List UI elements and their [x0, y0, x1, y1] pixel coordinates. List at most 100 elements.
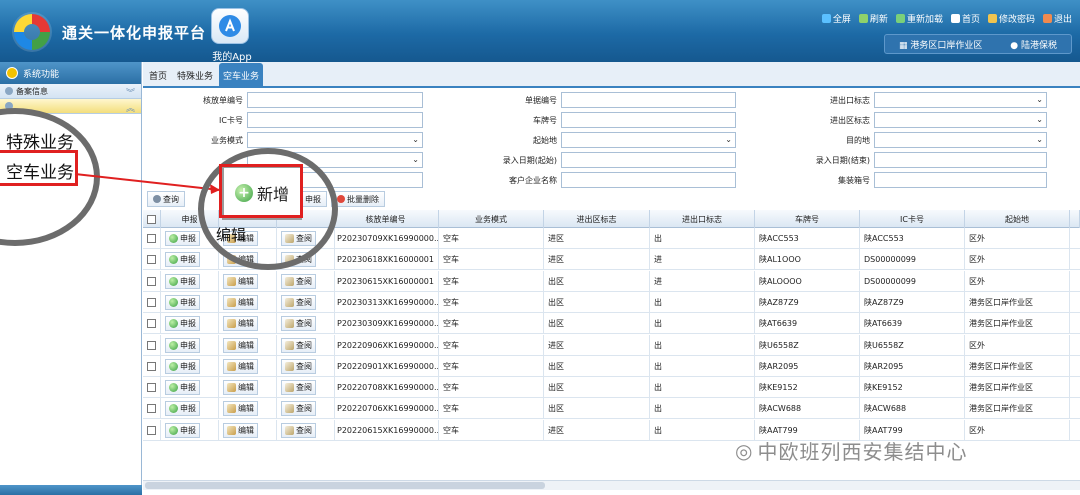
action-cell: 查阅: [277, 313, 335, 335]
table-cell: DS00000099: [860, 249, 965, 271]
doc-no-input[interactable]: [247, 92, 423, 108]
edit-icon: [227, 404, 236, 414]
batch-delete-button[interactable]: 批量删除: [331, 191, 385, 207]
my-app-tile[interactable]: 我的App: [206, 6, 258, 63]
row-checkbox[interactable]: [143, 398, 161, 420]
table-row[interactable]: 申报 编辑 查阅 P20220906XK16990000... 空车 进区出陕U6558Z…: [143, 334, 1080, 356]
row-checkbox[interactable]: [143, 228, 161, 249]
reload-link[interactable]: 重新加载: [895, 12, 943, 25]
table-cell: 进区: [544, 334, 650, 356]
declare-row-button[interactable]: 申报: [165, 337, 200, 353]
row-checkbox[interactable]: [143, 270, 161, 292]
sidebar-group-filing[interactable]: 备案信息 ︾: [0, 84, 141, 99]
table-row[interactable]: 申报 编辑 查阅 P20230615XK16000001 空车 出区进陕ALOOOO DS0…: [143, 270, 1080, 292]
table-cell: 空车: [439, 228, 544, 249]
entry-date-end-input[interactable]: [874, 152, 1047, 168]
row-checkbox[interactable]: [143, 313, 161, 335]
declare-row-button[interactable]: 申报: [165, 422, 200, 438]
declare-row-button[interactable]: 申报: [165, 316, 200, 332]
row-checkbox[interactable]: [143, 377, 161, 399]
declare-row-button[interactable]: 申报: [165, 358, 200, 374]
chevron-down-icon: ⌄: [412, 155, 419, 164]
table-row[interactable]: 申报 编辑 查阅 P20220706XK16990000... 空车 出区出陕ACW688…: [143, 398, 1080, 420]
table-cell: 出区: [544, 291, 650, 313]
action-cell: 编辑: [219, 270, 277, 292]
tab-home[interactable]: 首页: [145, 63, 171, 86]
table-cell: 出区: [544, 398, 650, 420]
table-row[interactable]: 申报 编辑 查阅 P20220708XK16990000... 空车 出区出陕KE9152…: [143, 377, 1080, 399]
declare-row-button[interactable]: 申报: [165, 273, 200, 289]
edit-row-button[interactable]: 编辑: [223, 401, 258, 417]
action-cell: 查阅: [277, 270, 335, 292]
plate-no-input[interactable]: [561, 112, 736, 128]
table-cell: 陕ACC553: [755, 228, 860, 249]
home-link[interactable]: 首页: [950, 12, 980, 25]
declare-row-button[interactable]: 申报: [165, 231, 200, 246]
org-name[interactable]: ▦ 港务区口岸作业区: [899, 38, 982, 51]
action-cell: 申报: [161, 334, 219, 356]
action-cell: 申报: [161, 398, 219, 420]
customer-name-input[interactable]: [561, 172, 736, 188]
select-all-checkbox[interactable]: [143, 210, 161, 228]
table-cell: P20220615XK16990000...: [333, 419, 439, 441]
container-no-input[interactable]: [874, 172, 1047, 188]
scrollbar-thumb[interactable]: [145, 482, 545, 489]
row-checkbox[interactable]: [143, 419, 161, 441]
entry-date-start-input[interactable]: [561, 152, 736, 168]
change-password-link[interactable]: 修改密码: [987, 12, 1035, 25]
edit-row-button[interactable]: 编辑: [223, 380, 258, 396]
declare-row-button[interactable]: 申报: [165, 380, 200, 396]
row-checkbox[interactable]: [143, 355, 161, 377]
menu-toggle-icon[interactable]: [6, 67, 18, 79]
view-row-button[interactable]: 查阅: [281, 294, 316, 310]
field-label: 核放单编号: [203, 96, 243, 105]
edit-row-button[interactable]: 编辑: [223, 294, 258, 310]
tab-special-business[interactable]: 特殊业务: [173, 63, 217, 86]
table-cell: 陕AT6639: [755, 313, 860, 335]
row-checkbox[interactable]: [143, 334, 161, 356]
table-cell: 陕AZ87Z9: [755, 291, 860, 313]
table-cell: 陕KE9152: [755, 377, 860, 399]
table-cell: 陕ACW688: [755, 398, 860, 420]
declare-row-button[interactable]: 申报: [165, 401, 200, 417]
column-header: 核放单编号: [333, 210, 439, 228]
business-mode-select[interactable]: ⌄: [247, 132, 423, 148]
table-row[interactable]: 申报 编辑 查阅 P20220901XK16990000... 空车 出区出陕AR2095…: [143, 355, 1080, 377]
view-row-button[interactable]: 查阅: [281, 401, 316, 417]
ie-flag-select[interactable]: ⌄: [874, 92, 1047, 108]
action-cell: 申报: [161, 419, 219, 441]
row-checkbox[interactable]: [143, 291, 161, 313]
logout-link[interactable]: 退出: [1042, 12, 1072, 25]
declare-icon: [169, 361, 178, 371]
top-link-bar: 全屏 刷新 重新加载 首页 修改密码 退出: [821, 12, 1072, 25]
tab-empty-vehicle[interactable]: 空车业务: [219, 63, 264, 86]
view-row-button[interactable]: 查阅: [281, 358, 316, 374]
fullscreen-link[interactable]: 全屏: [821, 12, 851, 25]
user-name[interactable]: ● 陆港保税: [1010, 38, 1057, 51]
declare-row-button[interactable]: 申报: [165, 294, 200, 310]
ic-card-input[interactable]: [247, 112, 423, 128]
edit-row-button[interactable]: 编辑: [223, 273, 258, 289]
row-checkbox[interactable]: [143, 249, 161, 271]
declare-row-button[interactable]: 申报: [165, 252, 200, 268]
horizontal-scrollbar[interactable]: [143, 480, 1080, 490]
edit-row-button[interactable]: 编辑: [223, 422, 258, 438]
zone-flag-select[interactable]: ⌄: [874, 112, 1047, 128]
view-row-button[interactable]: 查阅: [281, 273, 316, 289]
refresh-icon: [858, 14, 868, 23]
field-label: 车牌号: [533, 116, 557, 125]
view-row-button[interactable]: 查阅: [281, 422, 316, 438]
refresh-link[interactable]: 刷新: [858, 12, 888, 25]
view-row-button[interactable]: 查阅: [281, 316, 316, 332]
table-cell: 陕U6558Z: [755, 334, 860, 356]
table-row[interactable]: 申报 编辑 查阅 P20230313XK16990000... 空车 出区出陕AZ87Z9…: [143, 291, 1080, 313]
table-row[interactable]: 申报 编辑 查阅 P20230309XK16990000... 空车 出区出陕AT6639…: [143, 313, 1080, 335]
destination-select[interactable]: ⌄: [874, 132, 1047, 148]
edit-row-button[interactable]: 编辑: [223, 316, 258, 332]
origin-select[interactable]: ⌄: [561, 132, 736, 148]
edit-row-button[interactable]: 编辑: [223, 337, 258, 353]
view-row-button[interactable]: 查阅: [281, 337, 316, 353]
view-row-button[interactable]: 查阅: [281, 380, 316, 396]
bill-no-input[interactable]: [561, 92, 736, 108]
edit-row-button[interactable]: 编辑: [223, 358, 258, 374]
